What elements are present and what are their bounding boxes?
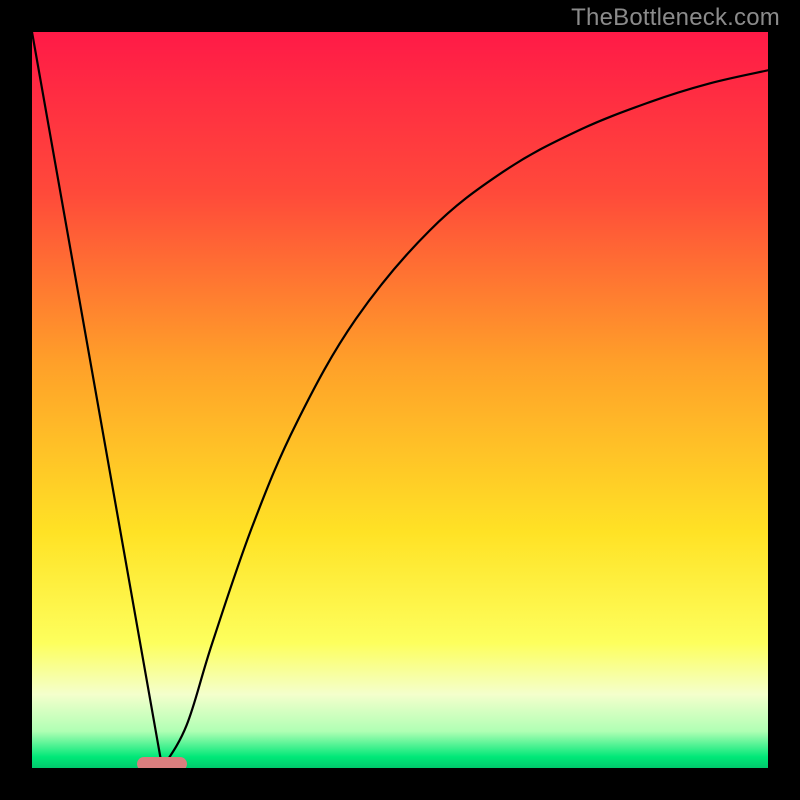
score-curve bbox=[32, 32, 768, 768]
watermark-text: TheBottleneck.com bbox=[571, 4, 780, 32]
optimal-marker bbox=[137, 757, 187, 768]
plot-area bbox=[32, 32, 768, 768]
chart-frame: TheBottleneck.com bbox=[0, 0, 800, 800]
